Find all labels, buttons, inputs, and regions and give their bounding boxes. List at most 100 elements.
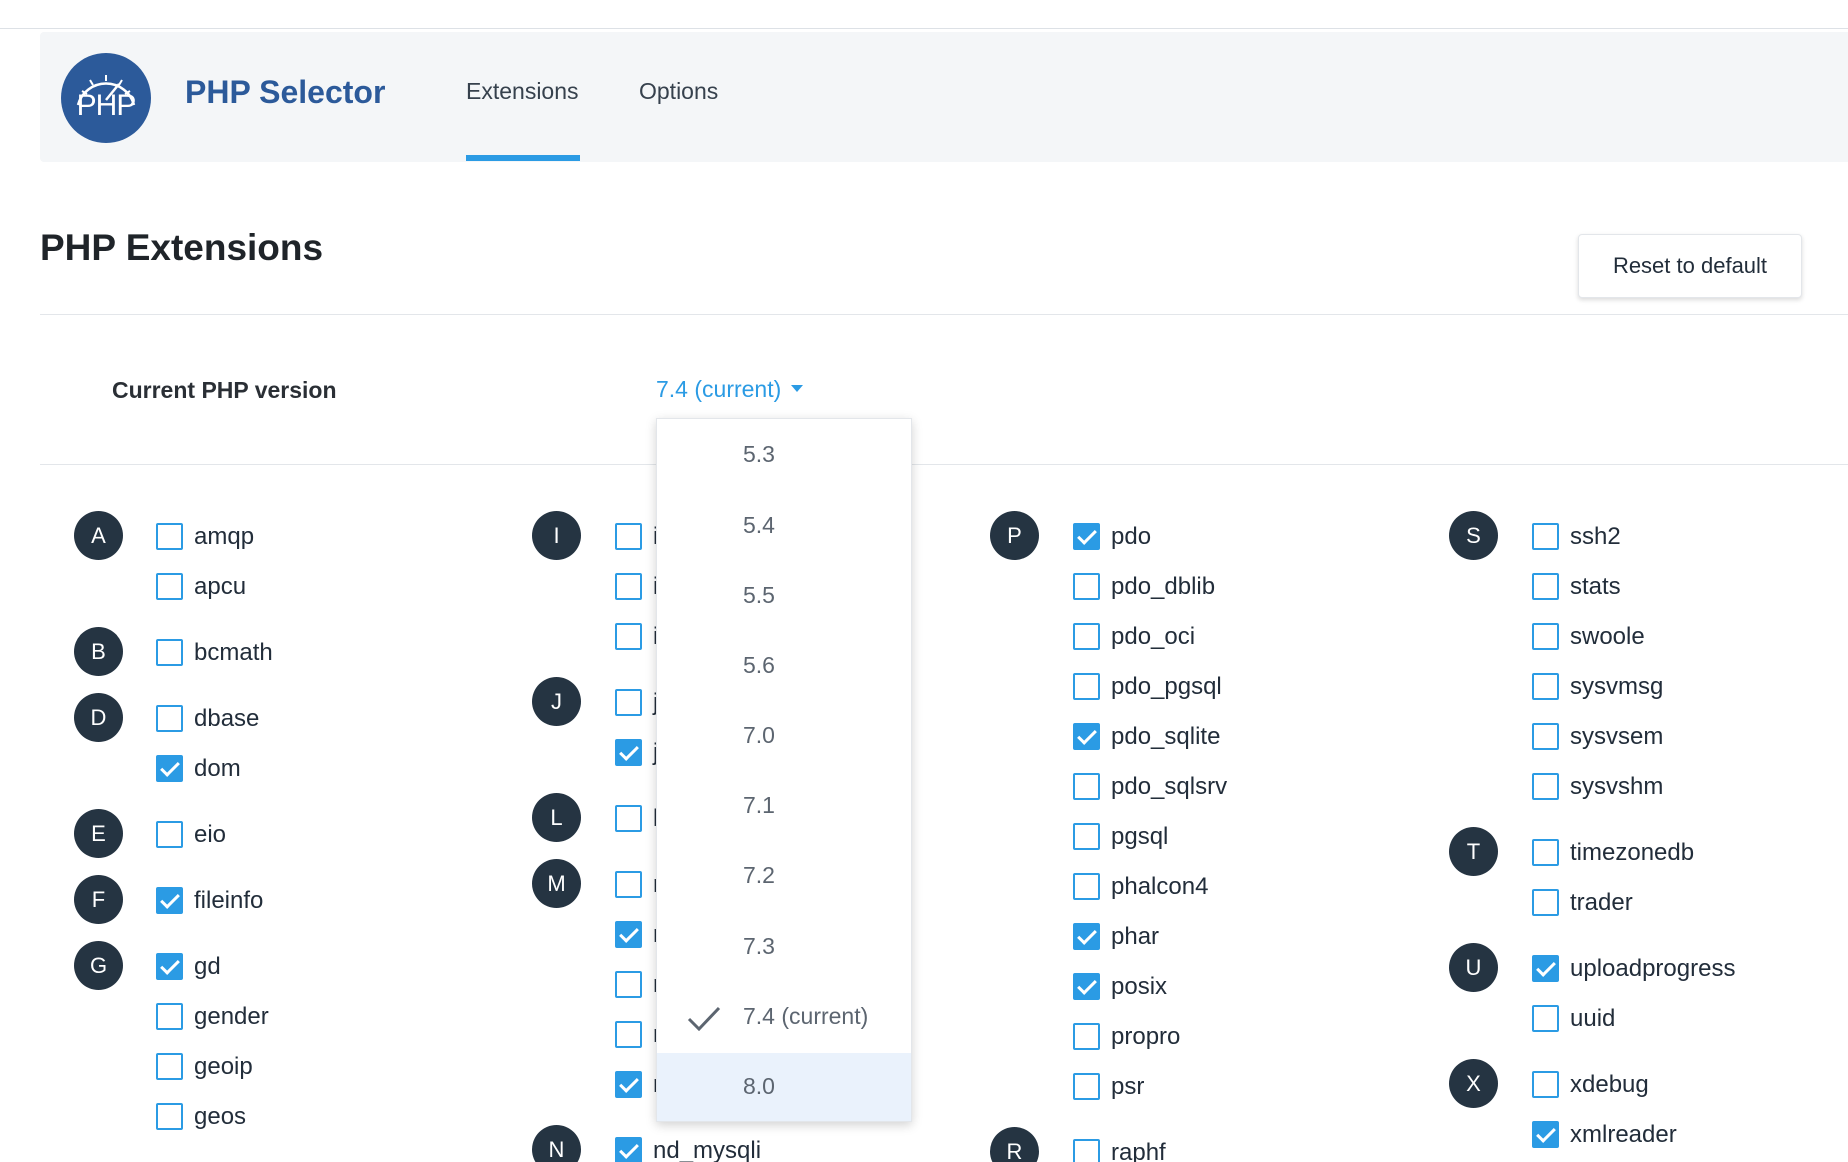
- version-option[interactable]: 5.5: [657, 562, 911, 632]
- extension-checkbox[interactable]: [615, 971, 642, 998]
- extension-checkbox[interactable]: [1532, 955, 1559, 982]
- letter-badge-d: D: [74, 693, 123, 742]
- version-option-label: 5.6: [743, 652, 775, 678]
- extension-checkbox[interactable]: [1073, 523, 1100, 550]
- version-option-label: 7.4 (current): [743, 1003, 869, 1029]
- extension-checkbox[interactable]: [615, 805, 642, 832]
- extension-label: xdebug: [1570, 1071, 1649, 1098]
- extension-label: pdo_sqlsrv: [1111, 773, 1228, 800]
- extension-checkbox[interactable]: [1073, 1023, 1100, 1050]
- extension-label: uploadprogress: [1570, 955, 1736, 982]
- extension-label: propro: [1111, 1023, 1181, 1050]
- version-option[interactable]: 5.4: [657, 492, 911, 562]
- extension-checkbox[interactable]: [1073, 823, 1100, 850]
- extension-checkbox[interactable]: [1532, 1071, 1559, 1098]
- extension-checkbox[interactable]: [1073, 773, 1100, 800]
- version-option[interactable]: 5.6: [657, 632, 911, 702]
- extension-checkbox[interactable]: [615, 921, 642, 948]
- extension-checkbox[interactable]: [1532, 573, 1559, 600]
- extension-label: posix: [1111, 973, 1168, 1000]
- extension-label: trader: [1570, 889, 1633, 916]
- extension-checkbox[interactable]: [615, 1137, 642, 1162]
- extension-checkbox[interactable]: [1532, 773, 1559, 800]
- letter-badge-e: E: [74, 809, 123, 858]
- extension-checkbox[interactable]: [156, 1003, 183, 1030]
- extension-checkbox[interactable]: [156, 523, 183, 550]
- extension-label: uuid: [1570, 1005, 1616, 1032]
- extension-label: sysvmsg: [1570, 673, 1664, 700]
- extension-checkbox[interactable]: [156, 573, 183, 600]
- extension-checkbox[interactable]: [1073, 723, 1100, 750]
- extension-label: psr: [1111, 1073, 1145, 1100]
- extension-checkbox[interactable]: [1532, 1005, 1559, 1032]
- extension-label: pdo_oci: [1111, 623, 1196, 650]
- letter-badge-a: A: [74, 511, 123, 560]
- version-option-label: 7.3: [743, 933, 775, 959]
- extension-checkbox[interactable]: [615, 1021, 642, 1048]
- extension-checkbox[interactable]: [615, 871, 642, 898]
- version-option[interactable]: 5.3: [657, 421, 911, 491]
- extension-label: geos: [194, 1103, 247, 1130]
- extension-checkbox[interactable]: [156, 1053, 183, 1080]
- extension-label: gd: [194, 953, 221, 980]
- extension-checkbox[interactable]: [156, 639, 183, 666]
- version-option[interactable]: 7.0: [657, 702, 911, 772]
- version-option-label: 7.0: [743, 722, 775, 748]
- version-option[interactable]: 7.3: [657, 913, 911, 983]
- version-option[interactable]: 8.0: [657, 1053, 911, 1121]
- extension-label: pgsql: [1111, 823, 1169, 850]
- extension-checkbox[interactable]: [1532, 723, 1559, 750]
- extension-label: sysvshm: [1570, 773, 1664, 800]
- extension-checkbox[interactable]: [1073, 973, 1100, 1000]
- extension-checkbox[interactable]: [1532, 673, 1559, 700]
- extension-checkbox[interactable]: [1073, 1139, 1100, 1162]
- extension-label: pdo: [1111, 523, 1152, 550]
- checkmark-icon: [687, 1006, 721, 1031]
- extension-checkbox[interactable]: [156, 953, 183, 980]
- extension-checkbox[interactable]: [1073, 1073, 1100, 1100]
- extension-label: stats: [1570, 573, 1621, 600]
- extension-label: pdo_dblib: [1111, 573, 1216, 600]
- extension-label: raphf: [1111, 1139, 1166, 1162]
- extension-label: xmlreader: [1570, 1121, 1677, 1148]
- extension-checkbox[interactable]: [1073, 923, 1100, 950]
- extension-checkbox[interactable]: [156, 1103, 183, 1130]
- letter-badge-p: P: [990, 511, 1039, 560]
- extension-label: fileinfo: [194, 887, 264, 914]
- extension-checkbox[interactable]: [615, 523, 642, 550]
- extension-checkbox[interactable]: [1073, 623, 1100, 650]
- extension-checkbox[interactable]: [156, 821, 183, 848]
- letter-badge-g: G: [74, 941, 123, 990]
- version-option-label: 8.0: [743, 1073, 775, 1099]
- extension-checkbox[interactable]: [1073, 573, 1100, 600]
- extension-checkbox[interactable]: [1073, 673, 1100, 700]
- extension-checkbox[interactable]: [156, 887, 183, 914]
- extension-label: phar: [1111, 923, 1160, 950]
- extension-checkbox[interactable]: [615, 739, 642, 766]
- letter-badge-f: F: [74, 875, 123, 924]
- version-option-label: 5.5: [743, 582, 775, 608]
- extension-checkbox[interactable]: [615, 573, 642, 600]
- extension-label: nd_mysqli: [653, 1137, 762, 1162]
- extension-label: gender: [194, 1003, 269, 1030]
- extension-label: amqp: [194, 523, 255, 550]
- version-option[interactable]: 7.2: [657, 842, 911, 912]
- version-option[interactable]: 7.4 (current): [657, 983, 911, 1053]
- version-option-label: 5.3: [743, 441, 775, 467]
- extension-checkbox[interactable]: [615, 623, 642, 650]
- extension-label: bcmath: [194, 639, 273, 666]
- letter-badge-i: I: [532, 511, 581, 560]
- extension-checkbox[interactable]: [1073, 873, 1100, 900]
- extension-checkbox[interactable]: [156, 705, 183, 732]
- extension-checkbox[interactable]: [156, 755, 183, 782]
- letter-badge-r: R: [990, 1127, 1039, 1162]
- extension-checkbox[interactable]: [1532, 1121, 1559, 1148]
- extension-checkbox[interactable]: [615, 689, 642, 716]
- version-option[interactable]: 7.1: [657, 772, 911, 842]
- extension-checkbox[interactable]: [1532, 839, 1559, 866]
- extension-checkbox[interactable]: [615, 1071, 642, 1098]
- extension-checkbox[interactable]: [1532, 623, 1559, 650]
- letter-badge-l: L: [532, 793, 581, 842]
- extension-checkbox[interactable]: [1532, 889, 1559, 916]
- extension-checkbox[interactable]: [1532, 523, 1559, 550]
